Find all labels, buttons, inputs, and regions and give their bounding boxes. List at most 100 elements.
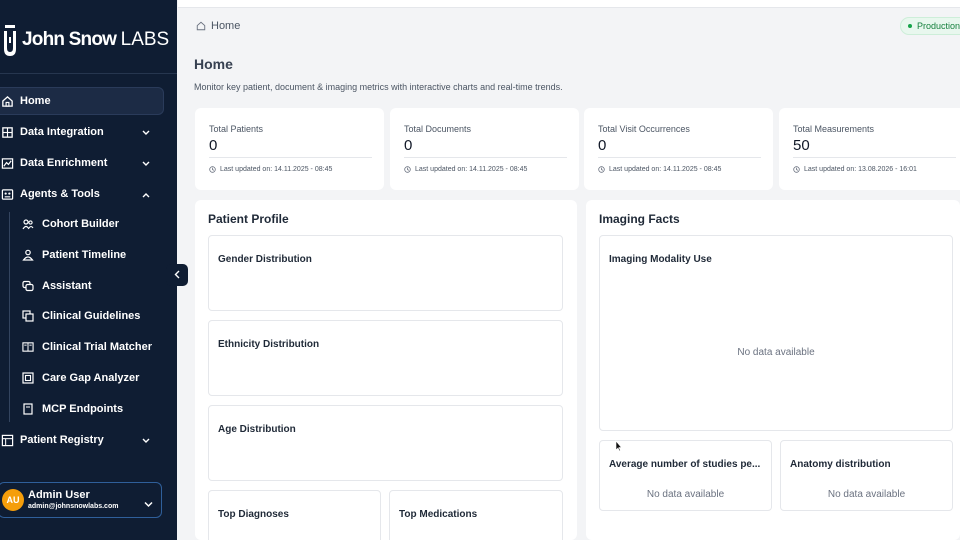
sidebar-item-data-integration[interactable]: Data Integration xyxy=(0,118,164,146)
clock-icon xyxy=(793,166,800,173)
stat-card-total-measurements: Total Measurements 50 Last updated on: 1… xyxy=(779,108,960,190)
sidebar-subitem-label: MCP Endpoints xyxy=(42,403,124,415)
home-icon xyxy=(0,94,14,108)
stat-label: Total Visit Occurrences xyxy=(598,124,690,134)
sidebar-item-data-enrichment[interactable]: Data Enrichment xyxy=(0,149,164,177)
chevron-down-icon xyxy=(144,495,153,513)
stat-value: 50 xyxy=(793,137,810,154)
stat-updated-text: Last updated on: 14.11.2025 - 08:45 xyxy=(220,166,333,173)
chevron-down-icon xyxy=(142,158,150,170)
stat-label: Total Documents xyxy=(404,124,472,134)
collapse-sidebar-button[interactable] xyxy=(166,264,188,286)
sidebar-subitem-clinical-guidelines[interactable]: Clinical Guidelines xyxy=(0,303,164,329)
status-dot-icon xyxy=(908,24,912,28)
stat-card-total-patients: Total Patients 0 Last updated on: 14.11.… xyxy=(195,108,384,190)
stat-value: 0 xyxy=(598,137,607,154)
patient-profile-panel: Patient Profile Gender Distribution Ethn… xyxy=(195,200,577,540)
sidebar-subitem-label: Care Gap Analyzer xyxy=(42,372,140,384)
stat-updated: Last updated on: 14.11.2025 - 08:45 xyxy=(209,166,332,173)
clock-icon xyxy=(209,166,216,173)
sidebar-subitem-label: Patient Timeline xyxy=(42,249,127,261)
stat-label: Total Patients xyxy=(209,124,264,134)
no-data-message: No data available xyxy=(737,347,815,358)
average-studies-card: Average number of studies pe... No data … xyxy=(599,440,772,511)
panel-title: Imaging Facts xyxy=(599,212,680,226)
sidebar-item-label: Agents & Tools xyxy=(20,188,100,200)
clock-icon xyxy=(598,166,605,173)
stat-card-total-documents: Total Documents 0 Last updated on: 14.11… xyxy=(390,108,579,190)
chevron-left-icon xyxy=(174,266,180,284)
page-subtitle: Monitor key patient, document & imaging … xyxy=(194,82,563,92)
sidebar-divider xyxy=(0,73,177,74)
copy-icon xyxy=(22,310,34,322)
gender-distribution-card: Gender Distribution xyxy=(208,235,563,311)
brand-name: John Snow LABS xyxy=(22,29,170,50)
card-title: Anatomy distribution xyxy=(790,459,891,470)
sidebar-item-patient-registry[interactable]: Patient Registry xyxy=(0,426,164,454)
divider xyxy=(404,157,567,158)
sidebar-subitem-label: Cohort Builder xyxy=(42,218,119,230)
agents-icon xyxy=(0,187,14,201)
sidebar-subitem-assistant[interactable]: Assistant xyxy=(0,273,164,299)
sidebar-subitem-patient-timeline[interactable]: Patient Timeline xyxy=(0,242,164,268)
stat-value: 0 xyxy=(209,137,218,154)
user-name: Admin User xyxy=(28,489,90,501)
sidebar: John Snow LABS Home Data Integration Dat… xyxy=(0,0,177,540)
sidebar-subitem-mcp-endpoints[interactable]: MCP Endpoints xyxy=(0,396,164,422)
breadcrumb-current[interactable]: Home xyxy=(211,20,240,32)
user-menu[interactable]: AU Admin User admin@johnsnowlabs.com xyxy=(0,482,162,518)
chevron-down-icon xyxy=(142,435,150,447)
sidebar-item-label: Data Enrichment xyxy=(20,157,108,169)
brand-logo[interactable]: John Snow LABS xyxy=(0,22,169,58)
flask-logo-icon xyxy=(0,25,20,56)
book-icon xyxy=(22,341,34,353)
sidebar-subitem-care-gap-analyzer[interactable]: Care Gap Analyzer xyxy=(0,365,164,391)
divider xyxy=(793,157,956,158)
divider xyxy=(209,157,372,158)
chevron-up-icon xyxy=(142,189,150,201)
person-icon xyxy=(22,249,34,261)
clock-icon xyxy=(404,166,411,173)
sidebar-subitem-clinical-trial-matcher[interactable]: Clinical Trial Matcher xyxy=(0,334,164,360)
card-title: Average number of studies pe... xyxy=(609,459,761,470)
anatomy-distribution-card: Anatomy distribution No data available xyxy=(780,440,953,511)
environment-badge: Production xyxy=(900,17,960,35)
analyzer-icon xyxy=(22,372,34,384)
sidebar-subitem-label: Clinical Trial Matcher xyxy=(42,341,153,353)
card-title: Age Distribution xyxy=(218,424,296,435)
top-strip xyxy=(178,0,960,8)
sidebar-subitem-cohort-builder[interactable]: Cohort Builder xyxy=(0,211,164,237)
environment-label: Production xyxy=(917,21,960,31)
sidebar-item-agents-tools[interactable]: Agents & Tools xyxy=(0,180,164,208)
breadcrumb: Home xyxy=(196,20,240,32)
card-title: Imaging Modality Use xyxy=(609,254,712,265)
document-icon xyxy=(22,403,34,415)
stat-card-total-visit-occurrences: Total Visit Occurrences 0 Last updated o… xyxy=(584,108,773,190)
stat-value: 0 xyxy=(404,137,413,154)
stat-updated-text: Last updated on: 13.08.2026 - 16:01 xyxy=(804,166,917,173)
sidebar-subitem-label: Clinical Guidelines xyxy=(42,310,141,322)
no-data-message: No data available xyxy=(646,489,725,500)
card-title: Top Medications xyxy=(399,509,478,520)
card-title: Ethnicity Distribution xyxy=(218,339,320,350)
stat-updated-text: Last updated on: 14.11.2025 - 08:45 xyxy=(415,166,528,173)
registry-icon xyxy=(0,433,14,447)
chat-icon xyxy=(22,280,34,292)
sidebar-item-label: Home xyxy=(20,95,51,107)
divider xyxy=(598,157,761,158)
stat-label: Total Measurements xyxy=(793,124,875,134)
card-title: Top Diagnoses xyxy=(218,509,289,520)
avatar: AU xyxy=(2,489,24,511)
sidebar-subitem-label: Assistant xyxy=(42,280,92,292)
stat-updated-text: Last updated on: 14.11.2025 - 08:45 xyxy=(609,166,722,173)
age-distribution-card: Age Distribution xyxy=(208,405,563,481)
sidebar-item-label: Patient Registry xyxy=(20,434,104,446)
top-medications-card: Top Medications xyxy=(389,490,563,540)
chart-line-icon xyxy=(0,156,14,170)
no-data-message: No data available xyxy=(827,489,906,500)
user-email: admin@johnsnowlabs.com xyxy=(28,503,119,510)
home-icon xyxy=(196,21,206,31)
data-integration-icon xyxy=(0,125,14,139)
sidebar-item-home[interactable]: Home xyxy=(0,87,164,115)
imaging-modality-use-card: Imaging Modality Use No data available xyxy=(599,235,953,431)
